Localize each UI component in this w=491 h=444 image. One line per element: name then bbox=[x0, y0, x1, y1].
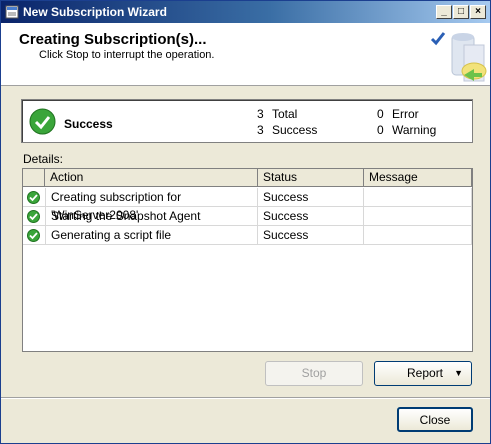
close-window-button[interactable]: × bbox=[470, 5, 486, 19]
total-count: 3 bbox=[257, 107, 264, 121]
warning-count: 0 bbox=[377, 123, 384, 137]
error-label: Error bbox=[392, 107, 419, 121]
status-cell: Success bbox=[258, 188, 364, 207]
message-cell bbox=[364, 207, 472, 226]
success-label: Success bbox=[272, 123, 318, 137]
maximize-button[interactable]: □ bbox=[453, 5, 469, 19]
success-check-icon bbox=[27, 191, 40, 204]
details-grid[interactable]: Action Status Message Creating subscript… bbox=[22, 168, 473, 352]
wizard-header: Creating Subscription(s)... Click Stop t… bbox=[1, 23, 490, 86]
action-cell: Starting the Snapshot Agent bbox=[45, 207, 258, 226]
message-cell bbox=[364, 226, 472, 245]
action-cell: Generating a script file bbox=[45, 226, 258, 245]
message-cell bbox=[364, 188, 472, 207]
stop-button[interactable]: Stop bbox=[265, 361, 363, 386]
column-header-message[interactable]: Message bbox=[364, 169, 472, 187]
page-title: Creating Subscription(s)... bbox=[19, 31, 207, 48]
report-button[interactable]: Report ▼ bbox=[374, 361, 472, 386]
column-header-status[interactable]: Status bbox=[258, 169, 364, 187]
window-title: New Subscription Wizard bbox=[23, 5, 167, 19]
status-cell: Success bbox=[258, 226, 364, 245]
dropdown-arrow-icon: ▼ bbox=[454, 368, 463, 378]
table-row[interactable]: Generating a script file Success bbox=[23, 226, 472, 245]
success-check-icon bbox=[27, 229, 40, 242]
footer-separator bbox=[1, 397, 490, 399]
column-header-action[interactable]: Action bbox=[45, 169, 258, 187]
wizard-window: New Subscription Wizard _ □ × Creating S… bbox=[0, 0, 491, 444]
database-window-icon bbox=[5, 5, 19, 19]
total-label: Total bbox=[272, 107, 298, 121]
wizard-graphic-icon bbox=[430, 32, 487, 82]
page-subtitle: Click Stop to interrupt the operation. bbox=[39, 49, 215, 61]
summary-panel: Success 3 Total 3 Success 0 Error 0 Warn… bbox=[21, 99, 473, 143]
success-check-icon bbox=[29, 108, 56, 135]
minimize-button[interactable]: _ bbox=[436, 5, 452, 19]
warning-label: Warning bbox=[392, 123, 437, 137]
title-bar[interactable]: New Subscription Wizard _ □ × bbox=[1, 1, 490, 23]
error-count: 0 bbox=[377, 107, 384, 121]
close-button[interactable]: Close bbox=[397, 407, 473, 432]
success-check-icon bbox=[27, 210, 40, 223]
success-count: 3 bbox=[257, 123, 264, 137]
action-cell: Creating subscription for 'WinServer2008… bbox=[45, 188, 258, 222]
report-button-label: Report bbox=[407, 366, 444, 380]
status-cell: Success bbox=[258, 207, 364, 226]
table-row[interactable]: Starting the Snapshot Agent Success bbox=[23, 207, 472, 226]
summary-status: Success bbox=[64, 117, 113, 131]
details-label: Details: bbox=[23, 152, 64, 166]
icon-column-header bbox=[23, 169, 45, 187]
table-row[interactable]: Creating subscription for 'WinServer2008… bbox=[23, 188, 472, 222]
